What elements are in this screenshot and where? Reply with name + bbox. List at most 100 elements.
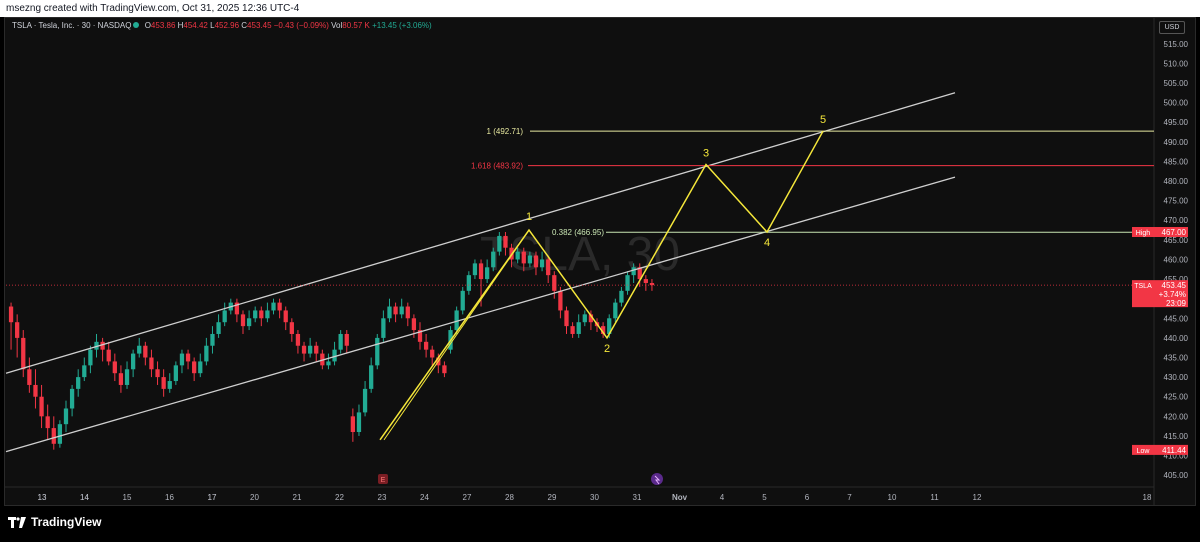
candle-body xyxy=(82,365,87,378)
high-tag-value: 467.00 xyxy=(1162,228,1187,237)
candle-body xyxy=(51,428,56,444)
candlestick-chart[interactable]: TSLA, 30515.00510.00505.00500.00495.0049… xyxy=(0,0,1200,542)
candle-body xyxy=(527,255,533,264)
candle-body xyxy=(643,279,648,283)
date-tick-label: 15 xyxy=(123,493,132,502)
date-tick-label: 13 xyxy=(38,493,47,502)
candle-body xyxy=(442,365,447,374)
candle-body xyxy=(472,263,478,276)
price-tick-label: 515.00 xyxy=(1164,40,1189,49)
date-tick-label: 29 xyxy=(548,493,557,502)
candle-body xyxy=(399,306,404,315)
candle-body xyxy=(308,345,313,354)
candle-body xyxy=(613,302,618,319)
candle-body xyxy=(491,251,496,268)
candle-body xyxy=(552,275,557,291)
price-tick-label: 465.00 xyxy=(1164,236,1189,245)
date-tick-label: 22 xyxy=(335,493,344,502)
candle-body xyxy=(393,306,398,315)
candle-body xyxy=(625,275,630,291)
price-tick-label: 440.00 xyxy=(1164,334,1189,343)
elliott-wave-path xyxy=(379,130,824,441)
wave-label: 5 xyxy=(820,114,826,126)
wave-label: 1 xyxy=(526,211,532,223)
date-tick-label: 14 xyxy=(80,493,89,502)
candle-body xyxy=(45,416,50,429)
candle-body xyxy=(619,290,624,303)
price-tick-label: 420.00 xyxy=(1164,412,1189,421)
candle-body xyxy=(167,381,172,389)
price-tick-label: 435.00 xyxy=(1164,354,1189,363)
fib-level-label: 1 (492.71) xyxy=(487,127,524,136)
candle-body xyxy=(259,310,264,319)
change-value: −0.43 (−0.09%) xyxy=(273,21,329,30)
candle-body xyxy=(106,349,111,362)
price-tick-label: 495.00 xyxy=(1164,118,1189,127)
market-status-icon xyxy=(133,22,140,28)
earnings-marker-label: E xyxy=(381,477,386,484)
high-tag-label: High xyxy=(1136,230,1151,237)
wave-label: 3 xyxy=(703,148,709,160)
candle-body xyxy=(381,318,386,338)
price-tick-label: 445.00 xyxy=(1164,314,1189,323)
current-tag-price: 453.45 xyxy=(1162,281,1187,290)
date-tick-label: 28 xyxy=(505,493,514,502)
candle-body xyxy=(69,388,75,409)
candle-body xyxy=(356,412,362,433)
fib-level-label: 1.618 (483.92) xyxy=(471,162,523,171)
low-tag-label: Low xyxy=(1137,448,1151,455)
date-tick-label: 10 xyxy=(888,493,897,502)
date-tick-label: 16 xyxy=(165,493,174,502)
wave-label: 2 xyxy=(604,343,610,355)
date-tick-label: 7 xyxy=(847,493,852,502)
currency-button[interactable]: USD xyxy=(1159,21,1185,34)
tradingview-logo[interactable]: TradingView xyxy=(8,515,101,529)
candle-body xyxy=(375,337,380,366)
candle-body xyxy=(423,341,429,350)
candle-body xyxy=(161,377,166,389)
candle-body xyxy=(198,361,203,374)
candle-body xyxy=(155,369,160,378)
volume-value: 80.57 K xyxy=(342,21,370,30)
candle-body xyxy=(271,302,276,311)
candle-body xyxy=(350,416,355,433)
candle-body xyxy=(253,310,258,319)
candle-body xyxy=(295,333,301,346)
date-tick-label: 5 xyxy=(762,493,767,502)
symbol-legend: TSLA · Tesla, Inc. · 30 · NASDAQ O453.86… xyxy=(12,21,432,30)
candle-body xyxy=(246,318,252,327)
candle-body xyxy=(210,333,215,346)
date-tick-label: 20 xyxy=(250,493,259,502)
brand-name: TradingView xyxy=(31,515,102,529)
candle-body xyxy=(301,345,307,354)
candle-body xyxy=(460,290,465,311)
elliott-wave-leg xyxy=(383,229,530,441)
candle-body xyxy=(539,259,545,268)
date-tick-label: 31 xyxy=(633,493,642,502)
close-value: 453.45 xyxy=(247,21,272,30)
price-tick-label: 470.00 xyxy=(1164,216,1189,225)
date-tick-label: 23 xyxy=(378,493,387,502)
channel-upper-line xyxy=(5,92,956,374)
candle-body xyxy=(466,275,471,291)
candle-body xyxy=(204,345,209,362)
symbol-name[interactable]: TSLA · Tesla, Inc. · 30 · NASDAQ xyxy=(12,21,131,30)
candle-body xyxy=(369,365,374,389)
candle-body xyxy=(338,333,343,350)
candle-body xyxy=(124,369,130,385)
channel-lower-line xyxy=(5,176,956,453)
volume-label: Vol xyxy=(331,21,343,30)
candle-body xyxy=(503,235,508,248)
price-tick-label: 425.00 xyxy=(1164,393,1189,402)
candle-body xyxy=(478,263,484,280)
candle-body xyxy=(112,361,117,374)
candle-body xyxy=(362,388,368,413)
candle-body xyxy=(130,353,136,370)
date-tick-label: 21 xyxy=(293,493,302,502)
candle-body xyxy=(39,396,44,417)
price-tick-label: 505.00 xyxy=(1164,79,1189,88)
date-tick-label: 18 xyxy=(1143,493,1152,502)
candle-body xyxy=(289,322,294,334)
candle-body xyxy=(576,322,581,334)
low-value: 452.96 xyxy=(214,21,240,30)
